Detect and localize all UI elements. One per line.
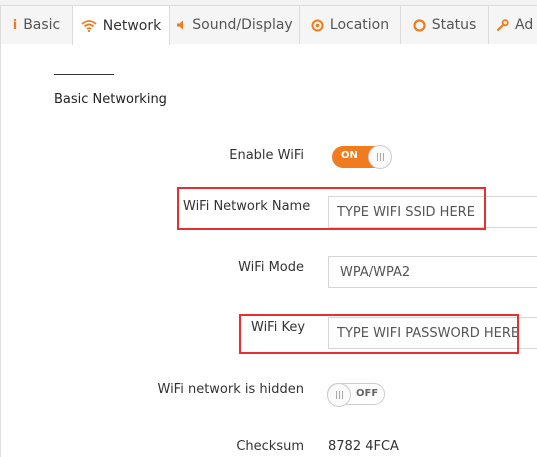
tab-label: Sound/Display	[192, 17, 293, 33]
toggle-knob	[327, 383, 351, 407]
wifi-icon	[81, 19, 97, 32]
password-highlight-box	[239, 314, 519, 354]
tab-status[interactable]: Status	[400, 5, 489, 44]
tab-label: Location	[329, 17, 390, 33]
speaker-icon	[176, 20, 186, 30]
tab-network[interactable]: Network	[72, 5, 170, 45]
enable-wifi-label: Enable WiFi	[229, 148, 304, 163]
toggle-state-text: OFF	[356, 388, 379, 399]
wifi-hidden-label: WiFi network is hidden	[157, 382, 305, 397]
tab-bar: i Basic Network Sound/Display Location S…	[0, 0, 537, 45]
info-icon: i	[12, 17, 18, 33]
enable-wifi-toggle[interactable]: ON	[332, 145, 392, 169]
tab-label: Status	[431, 17, 477, 33]
section-title: Basic Networking	[54, 92, 167, 107]
wrench-icon	[497, 19, 509, 31]
wifi-mode-value: WPA/WPA2	[340, 264, 411, 280]
tab-location[interactable]: Location	[299, 5, 401, 44]
section-divider	[54, 74, 114, 75]
tab-label: Network	[102, 17, 162, 34]
toggle-state-text: ON	[341, 150, 358, 161]
toggle-knob	[368, 145, 392, 169]
tab-label: Basic	[23, 17, 61, 33]
tab-advanced[interactable]: Ad	[488, 5, 537, 44]
checksum-label: Checksum	[236, 439, 304, 454]
status-ring-icon	[413, 18, 426, 32]
ssid-highlight-box	[177, 187, 486, 230]
location-target-icon	[311, 19, 324, 32]
wifi-mode-label: WiFi Mode	[238, 260, 304, 275]
checksum-value: 8782 4FCA	[328, 439, 399, 454]
tab-basic[interactable]: i Basic	[0, 5, 73, 44]
tab-label: Ad	[515, 17, 534, 33]
tab-sound-display[interactable]: Sound/Display	[169, 5, 300, 44]
wifi-mode-select[interactable]: WPA/WPA2	[328, 256, 537, 288]
wifi-hidden-toggle[interactable]: OFF	[327, 383, 385, 407]
